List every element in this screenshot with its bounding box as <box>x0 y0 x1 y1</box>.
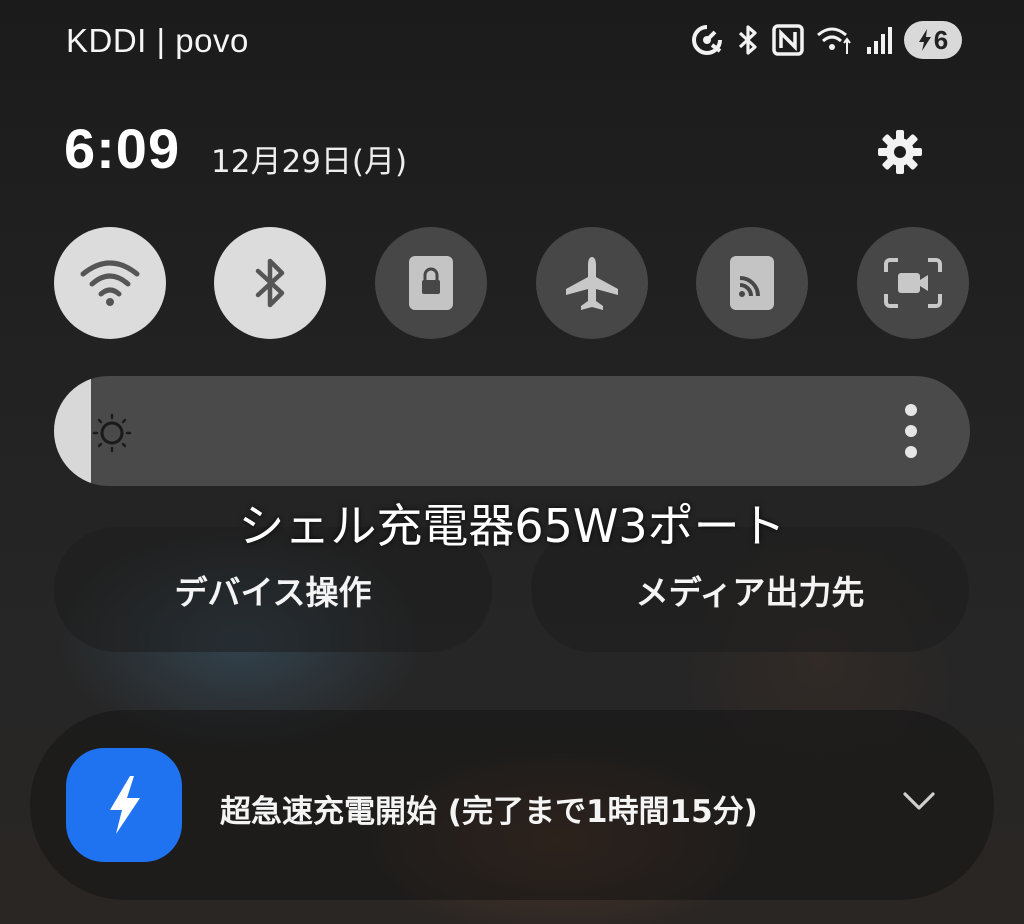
media-output-label: メディア出力先 <box>635 572 865 612</box>
brightness-fill <box>54 376 91 486</box>
gear-icon <box>878 130 922 174</box>
wifi-data-icon <box>817 27 851 54</box>
lock-folder-icon <box>409 256 453 310</box>
date: 12月29日(月) <box>211 144 408 180</box>
status-bar: KDDI | povo 6 <box>0 0 1024 80</box>
media-title: シェル充電器65W3ポート <box>238 499 786 553</box>
notification-app-icon <box>66 748 182 862</box>
battery-indicator: 6 <box>904 21 962 59</box>
screen-recorder-toggle[interactable] <box>857 227 969 339</box>
quick-toggles <box>54 227 970 339</box>
smart-view-toggle[interactable] <box>696 227 808 339</box>
airplane-icon <box>566 257 618 310</box>
secure-folder-toggle[interactable] <box>375 227 487 339</box>
bluetooth-toggle[interactable] <box>214 227 326 339</box>
device-control-label: デバイス操作 <box>174 572 372 612</box>
settings-button[interactable] <box>874 126 926 178</box>
status-icons: 6 <box>690 20 962 60</box>
charging-bolt-icon <box>918 29 931 51</box>
bluetooth-icon <box>255 258 285 308</box>
notification-text: 超急速充電開始 (完了まで1時間15分) <box>220 794 758 830</box>
notification-panel: KDDI | povo 6 6:09 12月29日(月) デバイス操作 メディア… <box>0 0 1024 924</box>
bluetooth-icon <box>738 25 757 55</box>
wifi-toggle[interactable] <box>54 227 166 339</box>
lightning-icon <box>110 776 140 834</box>
more-options-icon[interactable] <box>898 400 924 462</box>
battery-level: 6 <box>933 24 949 55</box>
wifi-icon <box>80 260 140 306</box>
brightness-slider[interactable] <box>54 376 970 486</box>
cast-icon <box>730 256 774 310</box>
brightness-icon <box>92 413 132 453</box>
screen-record-icon <box>884 258 942 308</box>
data-saver-icon <box>692 25 722 55</box>
nfc-icon <box>772 24 804 56</box>
chevron-down-icon[interactable] <box>902 790 936 812</box>
clock: 6:09 <box>64 117 181 180</box>
signal-icon <box>867 27 892 54</box>
airplane-mode-toggle[interactable] <box>536 227 648 339</box>
carrier-name: KDDI | povo <box>66 22 249 59</box>
